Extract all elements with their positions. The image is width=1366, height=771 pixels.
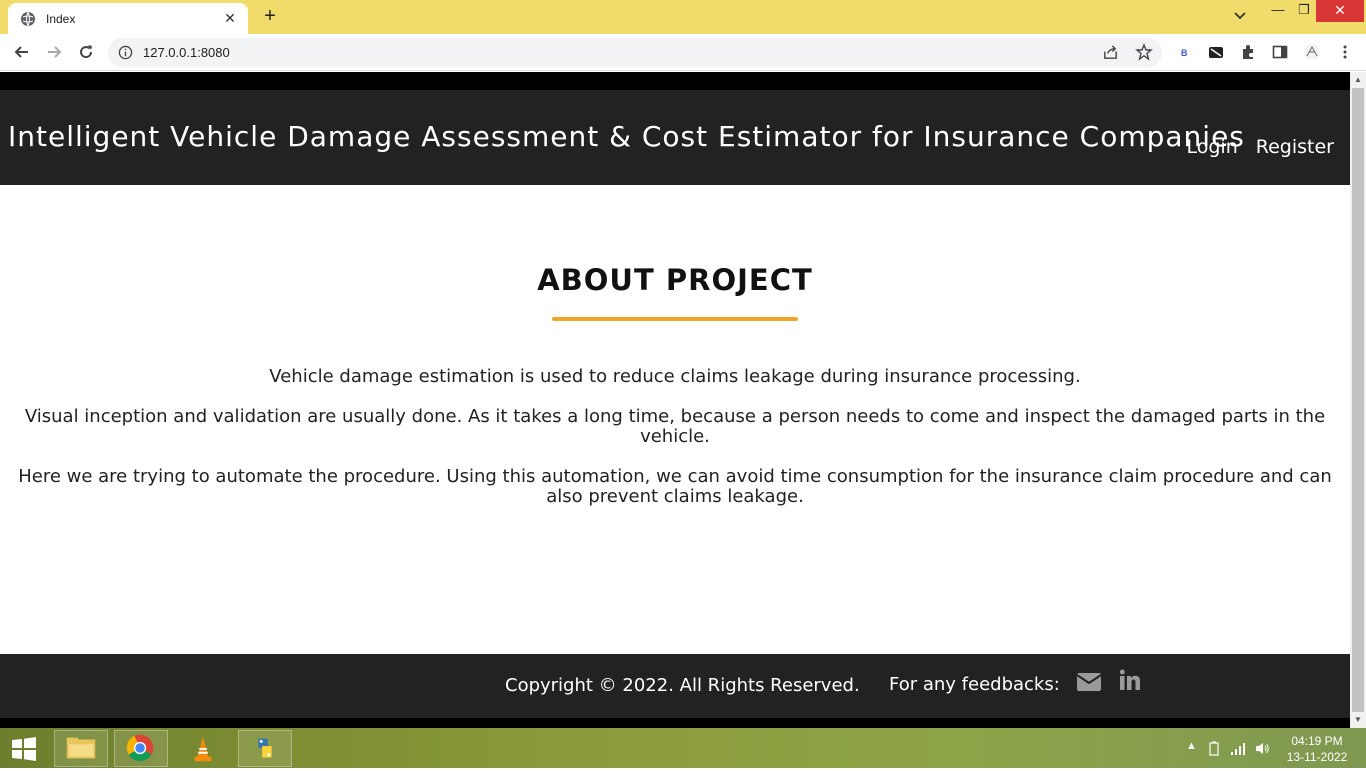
tab-close-icon[interactable]: ✕ — [222, 10, 238, 27]
profile-avatar-icon[interactable] — [1303, 43, 1321, 61]
vlc-icon — [194, 736, 212, 762]
feedback-label: For any feedbacks: — [889, 674, 1060, 695]
share-icon[interactable] — [1102, 44, 1119, 61]
network-signal-icon[interactable] — [1230, 741, 1246, 756]
taskbar-clock[interactable]: 04:19 PM 13-11-2022 — [1280, 733, 1354, 765]
svg-text:B: B — [1181, 48, 1188, 58]
browser-tab[interactable]: Index ✕ — [8, 3, 248, 34]
python-icon — [258, 738, 272, 758]
scroll-down-arrow-icon[interactable]: ▼ — [1353, 715, 1363, 725]
globe-icon — [21, 11, 35, 26]
url-text: 127.0.0.1:8080 — [143, 45, 230, 60]
register-link[interactable]: Register — [1256, 136, 1334, 158]
volume-icon[interactable] — [1254, 741, 1270, 756]
vlc-button[interactable] — [176, 730, 230, 767]
about-paragraph-2: Visual inception and validation are usua… — [24, 406, 1326, 447]
site-info-icon[interactable] — [118, 45, 133, 60]
site-nav: Login Register — [1187, 136, 1335, 158]
login-link[interactable]: Login — [1187, 136, 1238, 158]
forward-arrow-icon[interactable] — [44, 42, 64, 62]
tray-expand-icon[interactable]: ▲ — [1186, 740, 1197, 752]
page-viewport: Intelligent Vehicle Damage Assessment & … — [0, 72, 1350, 728]
address-bar[interactable]: 127.0.0.1:8080 — [108, 38, 1162, 67]
chrome-icon — [126, 734, 154, 762]
page-scrollbar[interactable]: ▲ ▼ — [1350, 72, 1366, 728]
about-paragraph-1: Vehicle damage estimation is used to red… — [269, 366, 1081, 387]
clock-date: 13-11-2022 — [1286, 750, 1348, 764]
side-panel-icon[interactable] — [1271, 43, 1289, 61]
tab-search-chevron-icon[interactable] — [1232, 7, 1248, 23]
scrollbar-thumb[interactable] — [1352, 88, 1364, 712]
minimize-button[interactable]: — — [1264, 0, 1292, 22]
copyright-text: Copyright © 2022. All Rights Reserved. — [505, 675, 860, 696]
file-explorer-button[interactable] — [54, 730, 108, 767]
about-heading: ABOUT PROJECT — [537, 263, 813, 297]
extensions-puzzle-icon[interactable] — [1239, 43, 1257, 61]
restore-button[interactable]: ❐ — [1292, 0, 1316, 22]
browser-toolbar: 127.0.0.1:8080 B — [0, 34, 1366, 71]
bottom-black-strip — [0, 718, 1350, 728]
bookmark-star-icon[interactable] — [1135, 43, 1153, 61]
new-tab-button[interactable]: + — [259, 5, 281, 27]
extension-b-icon[interactable]: B — [1176, 43, 1194, 61]
battery-icon[interactable] — [1206, 741, 1222, 756]
heading-underline — [552, 317, 798, 321]
reload-icon[interactable] — [76, 42, 96, 62]
clock-time: 04:19 PM — [1291, 734, 1343, 748]
about-paragraph-3: Here we are trying to automate the proce… — [18, 466, 1332, 507]
site-header: Intelligent Vehicle Damage Assessment & … — [0, 90, 1350, 185]
about-section: ABOUT PROJECT Vehicle damage estimation … — [0, 263, 1350, 507]
window-close-button[interactable]: ✕ — [1316, 0, 1364, 22]
back-arrow-icon[interactable] — [12, 42, 32, 62]
windows-taskbar: ▲ 04:19 PM 13-11-2022 — [0, 728, 1366, 768]
menu-dots-icon[interactable] — [1336, 43, 1354, 61]
site-footer: Copyright © 2022. All Rights Reserved. F… — [0, 654, 1350, 718]
browser-tab-strip: Index ✕ + — ❐ ✕ — [0, 0, 1366, 34]
extension-dark-icon[interactable] — [1207, 43, 1225, 61]
python-button[interactable] — [238, 730, 292, 767]
top-black-strip — [0, 72, 1350, 90]
tab-title: Index — [46, 11, 76, 26]
windows-start-icon[interactable] — [10, 736, 38, 762]
file-explorer-icon — [66, 737, 96, 759]
scroll-up-arrow-icon[interactable]: ▲ — [1353, 75, 1363, 85]
linkedin-icon[interactable] — [1119, 669, 1141, 691]
site-title: Intelligent Vehicle Damage Assessment & … — [8, 120, 1245, 153]
envelope-icon[interactable] — [1076, 671, 1102, 693]
chrome-button[interactable] — [114, 730, 168, 767]
